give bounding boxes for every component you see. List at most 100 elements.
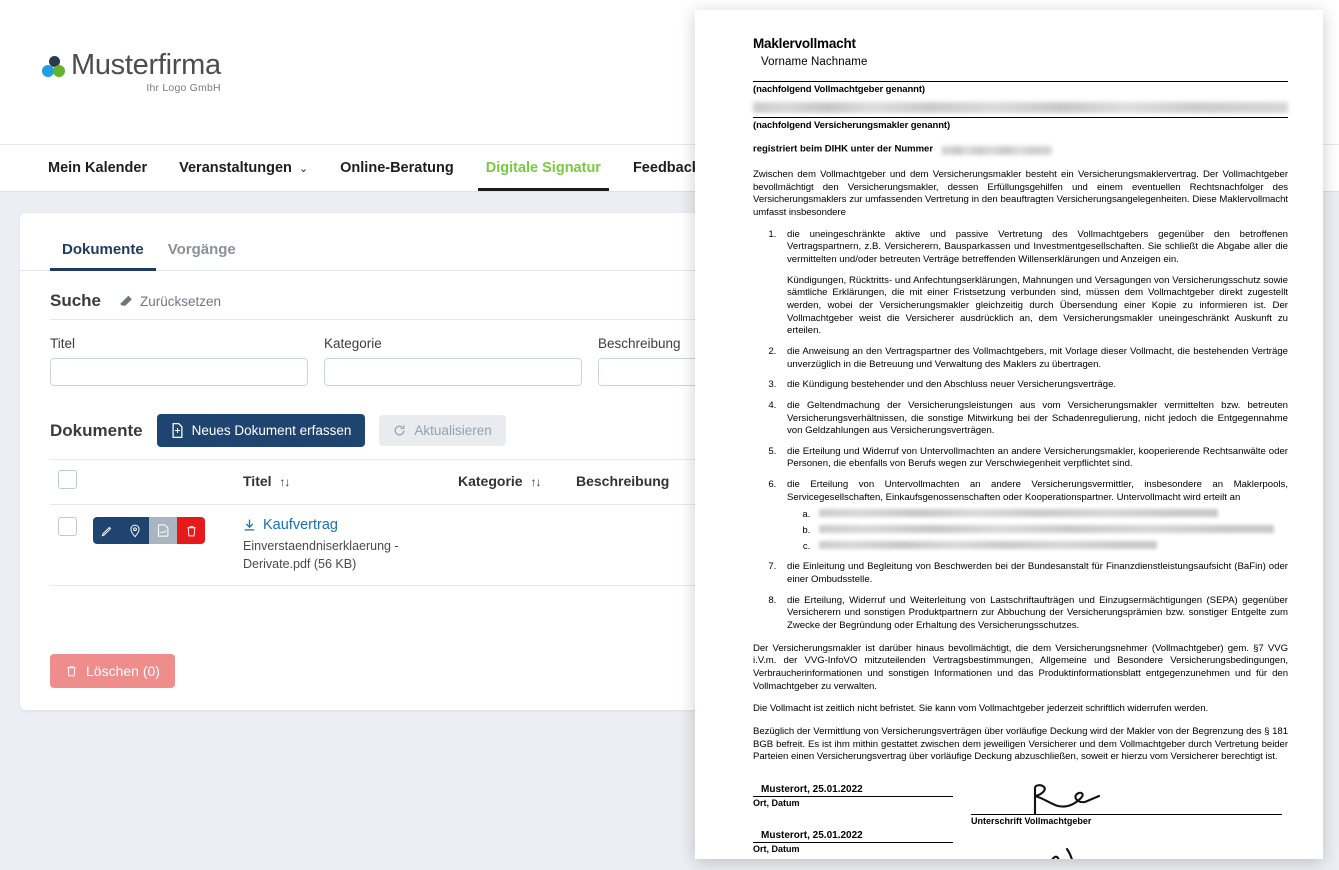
filter-kategorie: Kategorie: [324, 336, 582, 386]
pdf-list-item-2: die Anweisung an den Vertragspartner des…: [779, 346, 1288, 371]
signature-left-column: Musterort, 25.01.2022 Ort, Datum Mustero…: [753, 784, 953, 859]
pdf-signature-area: Musterort, 25.01.2022 Ort, Datum Mustero…: [753, 784, 1288, 859]
pdf-list-item-1-extra: Kündigungen, Rücktritts- und Anfechtungs…: [787, 274, 1288, 337]
th-kategorie-label: Kategorie: [458, 473, 523, 489]
row-select-cell: [50, 504, 85, 587]
signature-document-icon: [157, 524, 168, 537]
nav-item-online-beratung[interactable]: Online-Beratung: [324, 145, 470, 191]
pdf-list-item-7: die Einleitung und Begleitung von Beschw…: [779, 561, 1288, 586]
location-icon-button[interactable]: [121, 517, 149, 544]
nav-label: Feedback: [632, 160, 700, 176]
trash-icon: [67, 666, 76, 677]
row-checkbox[interactable]: [58, 517, 77, 536]
filter-titel-label: Titel: [50, 336, 76, 351]
signature-line: [753, 795, 953, 797]
download-icon: [244, 519, 255, 531]
pdf-sublist-item-a: [813, 509, 1288, 522]
delete-selected-label: Löschen (0): [86, 663, 160, 680]
nav-item-veranstaltungen[interactable]: Veranstaltungen ⌄: [163, 145, 324, 191]
pdf-sublist-item-b: [813, 525, 1288, 538]
edit-icon-button[interactable]: [93, 517, 121, 544]
signature-caption-vollmachtgeber: Unterschrift Vollmachtgeber: [971, 815, 1092, 826]
pdf-rule-1: [753, 81, 1288, 82]
refresh-label: Aktualisieren: [414, 422, 492, 438]
signature-vollmachtgeber: Unterschrift Vollmachtgeber: [971, 784, 1282, 826]
nav-item-mein-kalender[interactable]: Mein Kalender: [42, 145, 163, 191]
documents-title: Dokumente: [50, 420, 143, 440]
sort-icon: ↑↓: [279, 475, 290, 489]
brand-logo[interactable]: Musterfirma Ihr Logo GmbH: [42, 48, 221, 94]
tab-label: Vorgänge: [167, 241, 236, 258]
pdf-powers-list: die uneingeschränkte aktive und passive …: [753, 229, 1288, 633]
document-add-icon: [172, 423, 183, 438]
filter-titel: Titel: [50, 336, 308, 386]
location-pin-icon: [130, 524, 140, 537]
reset-filters-button[interactable]: Zurücksetzen: [119, 294, 221, 309]
th-kategorie[interactable]: Kategorie ↑↓: [450, 459, 568, 505]
pdf-list-item-8: die Erteilung, Widerruf und Weiterleitun…: [779, 595, 1288, 633]
tab-dokumente[interactable]: Dokumente: [50, 235, 156, 271]
nav-label: Digitale Signatur: [485, 160, 601, 176]
th-titel[interactable]: Titel ↑↓: [235, 459, 450, 505]
new-document-button[interactable]: Neues Dokument erfassen: [156, 414, 366, 447]
pdf-list-item-4: die Geltendmachung der Versicherungsleis…: [779, 400, 1288, 438]
pdf-list-item-1: die uneingeschränkte aktive und passive …: [779, 229, 1288, 338]
document-download-link[interactable]: Kaufvertrag: [243, 517, 442, 533]
row-kategorie-cell: [450, 504, 568, 587]
pdf-intro-paragraph: Zwischen dem Vollmachtgeber und dem Vers…: [753, 169, 1288, 218]
brand-tagline: Ihr Logo GmbH: [146, 81, 221, 94]
pdf-sublist-item-c: [813, 540, 1288, 554]
sign-icon-button[interactable]: [149, 517, 177, 544]
tab-label: Dokumente: [62, 241, 144, 258]
nav-label: Mein Kalender: [48, 160, 148, 176]
pdf-paragraph-duration: Die Vollmacht ist zeitlich nicht befrist…: [753, 703, 1209, 715]
pdf-list-item-1-text: die uneingeschränkte aktive und passive …: [787, 228, 1288, 265]
document-title: Kaufvertrag: [263, 517, 338, 533]
delete-icon-button[interactable]: [177, 517, 205, 544]
search-title: Suche: [50, 291, 102, 310]
refresh-button[interactable]: Aktualisieren: [379, 414, 506, 447]
nav-item-digitale-signatur[interactable]: Digitale Signatur: [470, 145, 617, 191]
signature-place-date-2: Musterort, 25.01.2022 Ort, Datum: [753, 830, 953, 854]
pdf-list-item-3: die Kündigung bestehender und den Abschl…: [779, 379, 1288, 392]
th-actions: [85, 459, 235, 505]
trash-icon: [186, 525, 196, 536]
pdf-list-item-5: die Erteilung und Widerruf von Untervoll…: [779, 446, 1288, 471]
filter-kategorie-label: Kategorie: [324, 336, 382, 351]
pdf-registration-line: registriert beim DIHK unter der Nummer: [753, 139, 1288, 159]
document-filename: Einverstaendniserklaerung - Derivate.pdf…: [243, 539, 399, 572]
pdf-title: Maklervollmacht: [753, 36, 856, 51]
th-beschreibung-label: Beschreibung: [576, 473, 670, 489]
chevron-down-icon: ⌄: [298, 162, 309, 175]
signature-place-date-1: Musterort, 25.01.2022 Ort, Datum: [753, 784, 953, 808]
reset-label: Zurücksetzen: [140, 293, 222, 309]
delete-selected-button[interactable]: Löschen (0): [50, 654, 175, 689]
pdf-caption-vollmachtgeber: (nachfolgend Vollmachtgeber genannt): [753, 84, 925, 95]
select-all-checkbox[interactable]: [58, 470, 77, 489]
signature-caption-ort-datum-1: Ort, Datum: [753, 797, 800, 808]
search-input-titel[interactable]: [50, 358, 308, 386]
nav-label: Veranstaltungen: [179, 160, 292, 176]
tab-vorgaenge[interactable]: Vorgänge: [156, 235, 248, 270]
logo-dots-icon: [42, 55, 68, 82]
pdf-list-item-6: die Erteilung von Untervollmachten an an…: [779, 479, 1288, 553]
pdf-registration-label: registriert beim DIHK unter der Nummer: [753, 143, 934, 155]
signature-place-date-2-value: Musterort, 25.01.2022: [761, 829, 863, 841]
page-bottom-strip: [0, 858, 1339, 870]
pdf-sublist-partners: [787, 509, 1288, 553]
brand-name: Musterfirma: [71, 48, 221, 81]
pdf-principal-name: Vorname Nachname: [761, 56, 868, 68]
redacted-registration-number: [941, 146, 1052, 155]
pencil-icon: [101, 526, 112, 536]
handwritten-signature-icon: [1051, 847, 1073, 859]
new-document-label: Neues Dokument erfassen: [191, 422, 352, 438]
eraser-icon: [120, 295, 132, 306]
pdf-preview-overlay[interactable]: Maklervollmacht Vorname Nachname (nachfo…: [695, 10, 1323, 859]
signature-drawing-vollmachtgeber: [971, 784, 1282, 815]
pdf-list-item-6-text: die Erteilung von Untervollmachten an an…: [787, 479, 1288, 503]
pdf-paragraph-vvg: Der Versicherungsmakler ist darüber hina…: [753, 642, 1288, 692]
search-input-kategorie[interactable]: [324, 358, 582, 386]
refresh-icon: [395, 425, 405, 436]
signature-drawing-versicherungsmakler: [971, 847, 1282, 859]
row-title-cell: Kaufvertrag Einverstaendniserklaerung - …: [235, 504, 450, 587]
